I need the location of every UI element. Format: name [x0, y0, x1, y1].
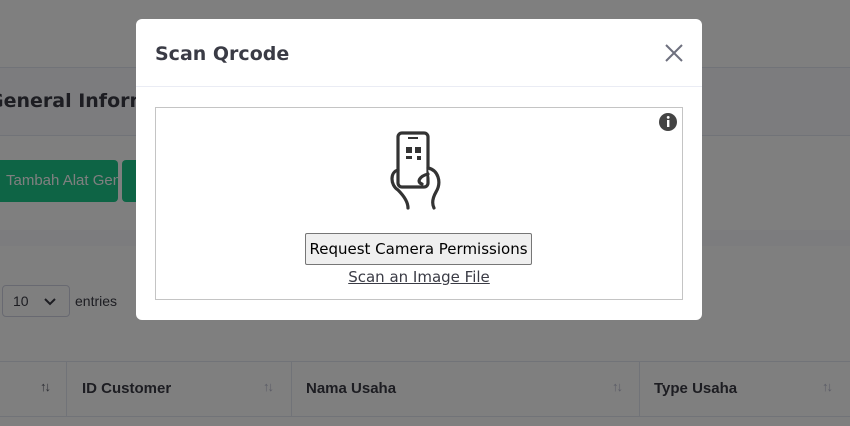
info-icon[interactable] [658, 112, 678, 132]
phone-qr-icon [390, 131, 441, 210]
request-camera-permissions-button[interactable]: Request Camera Permissions [305, 233, 532, 265]
modal-header: Scan Qrcode [136, 19, 702, 87]
scan-qrcode-modal: Scan Qrcode Request Camera Permissions S… [136, 19, 702, 320]
scan-image-file-link[interactable]: Scan an Image File [156, 268, 682, 286]
close-icon[interactable] [662, 41, 686, 65]
qr-scanner-region: Request Camera Permissions Scan an Image… [155, 107, 683, 300]
modal-title: Scan Qrcode [155, 43, 290, 65]
